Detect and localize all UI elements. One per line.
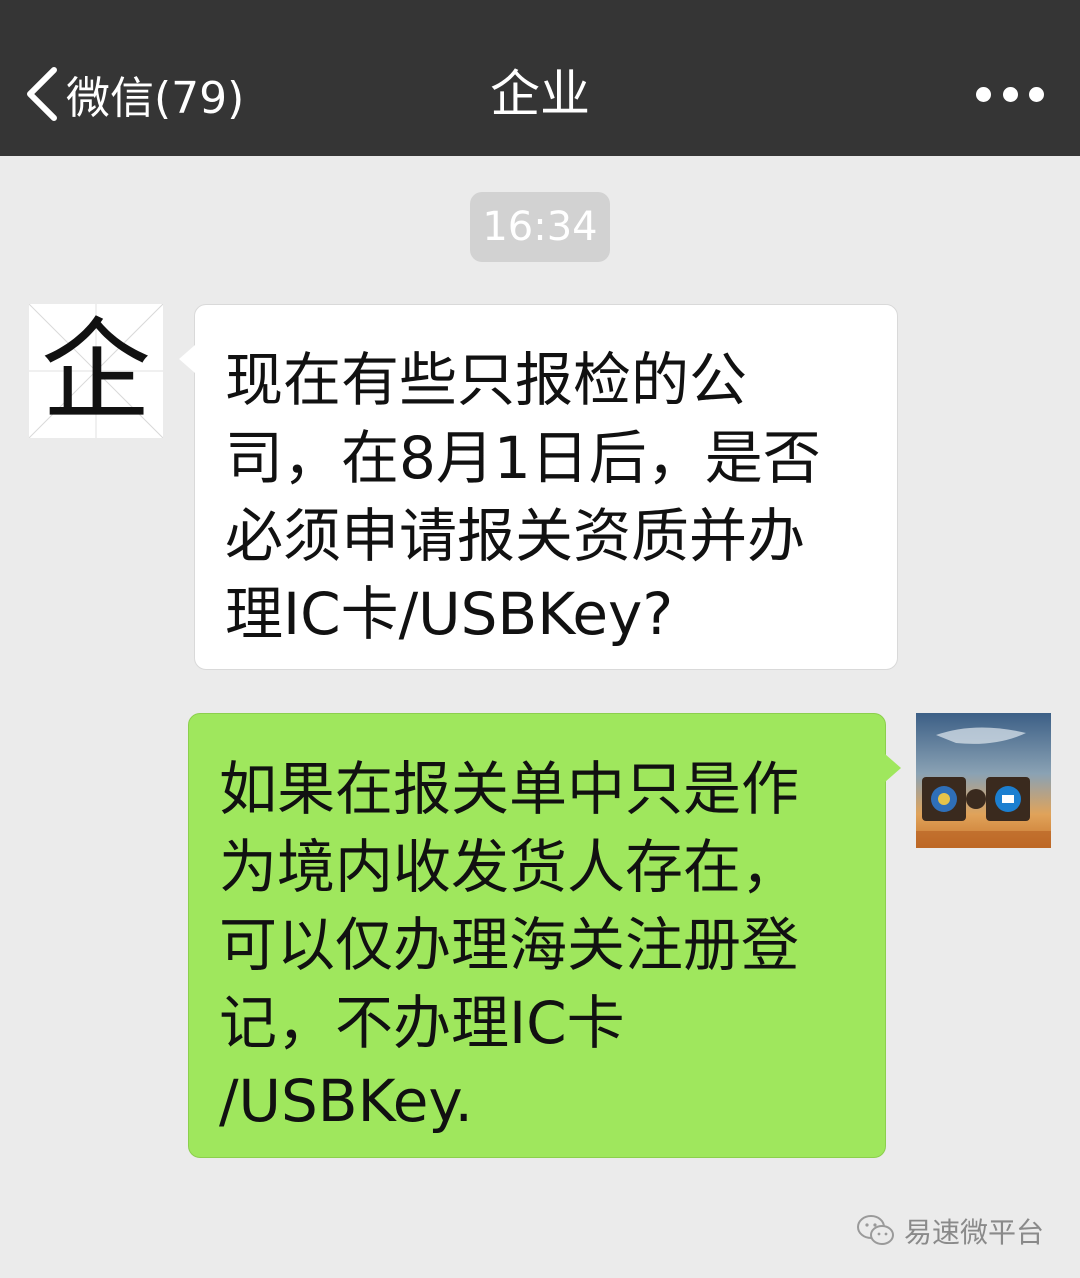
message-line: 可以仅办理海关注册登 <box>219 911 800 979</box>
more-dot <box>1029 86 1044 102</box>
more-dot <box>976 86 991 102</box>
sender-avatar[interactable]: 企 <box>29 304 163 438</box>
more-dot <box>1002 86 1018 102</box>
message-line: 记，不办理IC卡 <box>219 989 625 1057</box>
chat-title: 企业 <box>490 65 590 123</box>
message-timestamp: 16:34 <box>470 192 610 262</box>
message-line: 现在有些只报检的公 <box>225 346 748 414</box>
wechat-icon <box>856 1215 894 1245</box>
message-line: 如果在报关单中只是作 <box>219 755 800 823</box>
message-line: 司，在8月1日后，是否 <box>225 424 821 492</box>
more-dots-icon[interactable] <box>976 78 1044 110</box>
incoming-message-bubble[interactable]: 现在有些只报检的公 司，在8月1日后，是否 必须申请报关资质并办 理IC卡/US… <box>179 304 898 670</box>
message-line: 为境内收发货人存在， <box>219 833 800 901</box>
avatar-glyph: 企 <box>41 307 151 435</box>
puzzle-logo-icon <box>916 713 1051 848</box>
watermark-label: 易速微平台 <box>903 1216 1044 1249</box>
watermark: 易速微平台 <box>856 1206 1044 1256</box>
outgoing-message-bubble[interactable]: 如果在报关单中只是作 为境内收发货人存在， 可以仅办理海关注册登 记，不办理IC… <box>188 713 901 1158</box>
message-line: 必须申请报关资质并办 <box>225 502 806 570</box>
message-line: /USBKey. <box>219 1067 473 1135</box>
navigation-bar: 微信(79) 企业 <box>0 0 1080 156</box>
own-avatar[interactable] <box>916 713 1051 848</box>
message-line: 理IC卡/USBKey? <box>225 580 674 648</box>
